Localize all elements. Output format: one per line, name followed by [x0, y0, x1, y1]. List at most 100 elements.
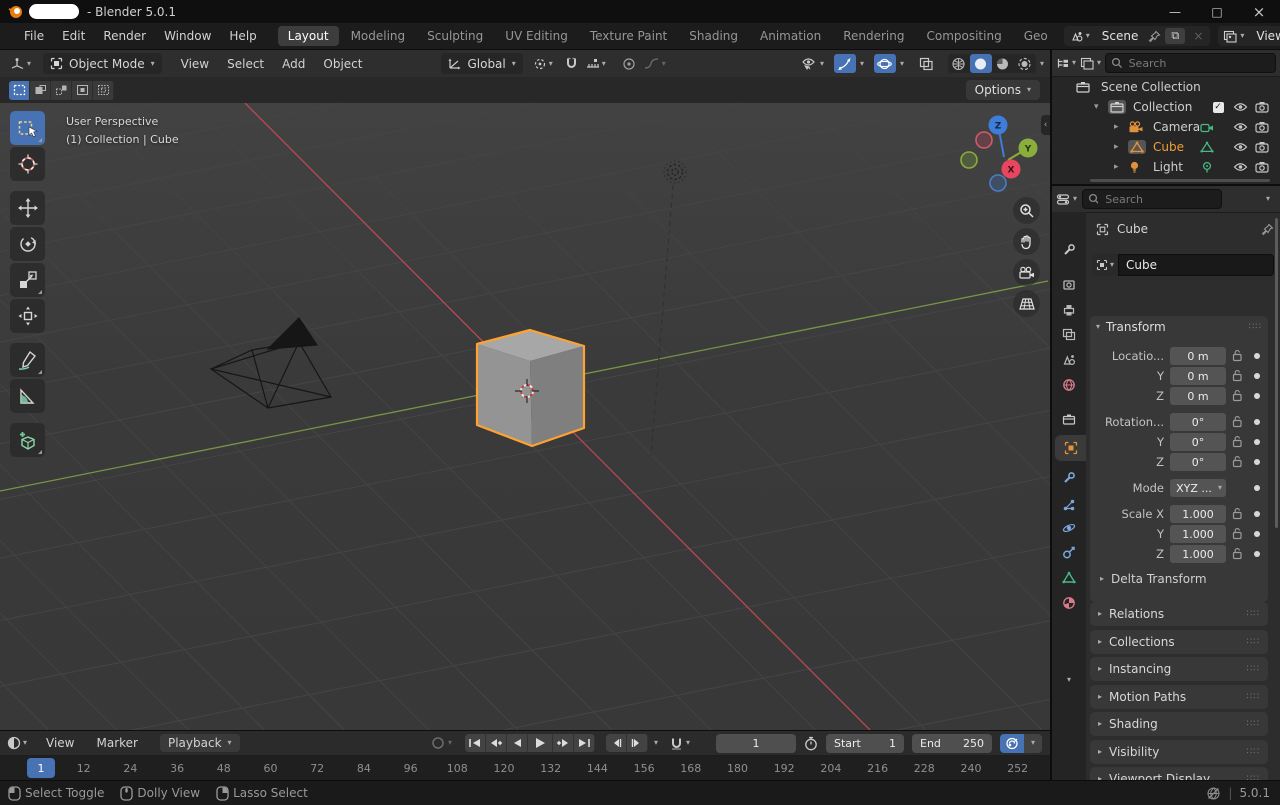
outliner-item-label[interactable]: Collection: [1133, 97, 1192, 117]
scene-browse-button[interactable]: ▾: [1067, 30, 1092, 43]
outliner-row-light[interactable]: ▸Light: [1052, 157, 1280, 177]
stopwatch-icon[interactable]: [804, 736, 818, 751]
next-frame-button[interactable]: [627, 734, 648, 752]
delta-transform-panel-header[interactable]: ▸Delta Transform: [1100, 572, 1207, 586]
transform-value-field[interactable]: XYZ ...▾: [1170, 479, 1226, 497]
outliner-row-camera[interactable]: ▸ Camera: [1052, 117, 1280, 137]
gizmo-neg-x[interactable]: [976, 132, 992, 148]
scene-name[interactable]: Scene: [1096, 29, 1145, 43]
light-object[interactable]: [664, 161, 686, 183]
object-id-browse-button[interactable]: ▾: [1092, 254, 1118, 276]
ruler-tick-132[interactable]: 132: [533, 756, 569, 781]
ruler-tick-84[interactable]: 84: [346, 756, 382, 781]
new-scene-button[interactable]: ⧉: [1165, 28, 1185, 44]
workspace-tab-geo[interactable]: Geo: [1014, 26, 1058, 46]
jump-to-end-button[interactable]: [574, 734, 595, 752]
animate-dot[interactable]: [1254, 485, 1260, 491]
panel-drag-handle[interactable]: ∷∷: [1247, 609, 1260, 619]
add-cube-tool-button[interactable]: [10, 423, 45, 457]
panel-relations[interactable]: ▸Relations∷∷: [1090, 602, 1268, 626]
select-mode-extend-button[interactable]: [30, 81, 51, 100]
animate-dot[interactable]: [1254, 531, 1260, 537]
properties-tab-view-layer[interactable]: [1052, 322, 1086, 348]
move-tool-button[interactable]: [10, 191, 45, 225]
camera-object[interactable]: [211, 318, 331, 408]
outliner-editor-type-button[interactable]: ▾: [1056, 57, 1076, 70]
animate-dot[interactable]: [1254, 419, 1260, 425]
close-button[interactable]: ×: [1238, 0, 1280, 23]
outliner-item-label[interactable]: Camera: [1153, 117, 1200, 137]
viewlayer-browse-button[interactable]: ▾: [1221, 30, 1246, 43]
disable-render-toggle[interactable]: [1252, 97, 1272, 117]
navigation-gizmo[interactable]: Z Y X: [950, 108, 1050, 203]
properties-tabs-overflow-chevron[interactable]: ▾: [1052, 667, 1086, 693]
timeline-menu-marker[interactable]: Marker: [86, 736, 149, 750]
animate-dot[interactable]: [1254, 511, 1260, 517]
cursor-tool-button[interactable]: [10, 147, 45, 181]
panel-drag-handle[interactable]: ∷∷: [1247, 719, 1260, 729]
hide-eye-toggle[interactable]: [1230, 137, 1250, 157]
ruler-tick-204[interactable]: 204: [813, 756, 849, 781]
prev-frame-button[interactable]: [606, 734, 627, 752]
ruler-tick-192[interactable]: 192: [766, 756, 802, 781]
properties-tab-render[interactable]: [1052, 272, 1086, 298]
expand-chevron[interactable]: ▸: [1114, 123, 1119, 132]
lock-icon[interactable]: [1232, 369, 1243, 382]
panel-viewport-display[interactable]: ▸Viewport Display∷∷: [1090, 767, 1268, 780]
transform-value-field[interactable]: 0°: [1170, 413, 1226, 431]
workspace-tab-uv-editing[interactable]: UV Editing: [495, 26, 578, 46]
cube-object[interactable]: [477, 330, 584, 446]
transform-value-field[interactable]: 0 m: [1170, 347, 1226, 365]
transform-tool-button[interactable]: [10, 299, 45, 333]
timeline-menu-view[interactable]: View: [35, 736, 85, 750]
properties-tab-modifiers[interactable]: [1052, 465, 1086, 491]
animate-dot[interactable]: [1254, 439, 1260, 445]
ruler-tick-144[interactable]: 144: [579, 756, 615, 781]
timeline-ruler[interactable]: 1 12243648607284961081201321441561681801…: [0, 756, 1050, 781]
properties-tab-constraints[interactable]: [1052, 540, 1086, 566]
shading-wireframe-button[interactable]: [948, 54, 970, 73]
panel-instancing[interactable]: ▸Instancing∷∷: [1090, 657, 1268, 681]
sidebar-collapse-arrow[interactable]: ‹: [1041, 115, 1050, 135]
outliner-item-label[interactable]: Light: [1153, 157, 1183, 177]
shading-rendered-button[interactable]: [1014, 54, 1036, 73]
animate-dot[interactable]: [1254, 459, 1260, 465]
properties-tab-material[interactable]: [1052, 590, 1086, 616]
play-button[interactable]: [528, 734, 553, 752]
gizmo-neg-z[interactable]: [990, 175, 1006, 191]
viewport-menu-select[interactable]: Select: [218, 57, 273, 71]
viewport-menu-add[interactable]: Add: [273, 57, 314, 71]
ruler-tick-12[interactable]: 12: [66, 756, 102, 781]
select-box-tool-button[interactable]: [10, 111, 45, 145]
properties-tab-physics[interactable]: [1052, 515, 1086, 541]
animate-dot[interactable]: [1254, 373, 1260, 379]
ruler-tick-252[interactable]: 252: [1000, 756, 1036, 781]
pan-view-button[interactable]: [1013, 228, 1040, 255]
animate-dot[interactable]: [1254, 551, 1260, 557]
annotate-tool-button[interactable]: [10, 343, 45, 377]
collection-checkbox[interactable]: ✓: [1210, 97, 1226, 117]
collection-icon[interactable]: [1108, 100, 1126, 114]
start-frame-field[interactable]: Start 1: [826, 734, 904, 753]
panel-motion-paths[interactable]: ▸Motion Paths∷∷: [1090, 685, 1268, 709]
workspace-tab-layout[interactable]: Layout: [278, 26, 339, 46]
keying-dropdown[interactable]: ▾: [1024, 734, 1042, 753]
transform-value-field[interactable]: 1.000: [1170, 505, 1226, 523]
lock-icon[interactable]: [1232, 415, 1243, 428]
transform-value-field[interactable]: 0 m: [1170, 387, 1226, 405]
lock-icon[interactable]: [1232, 527, 1243, 540]
properties-tab-data[interactable]: [1052, 565, 1086, 591]
transform-value-field[interactable]: 0 m: [1170, 367, 1226, 385]
hide-eye-toggle[interactable]: [1230, 117, 1250, 137]
minimize-button[interactable]: —: [1154, 0, 1196, 23]
measure-tool-button[interactable]: [10, 379, 45, 413]
light-icon[interactable]: [1128, 161, 1141, 174]
camera-view-button[interactable]: [1013, 259, 1040, 286]
ruler-tick-24[interactable]: 24: [112, 756, 148, 781]
ruler-tick-180[interactable]: 180: [720, 756, 756, 781]
pivot-dropdown[interactable]: ▾: [529, 57, 557, 71]
disable-render-toggle[interactable]: [1252, 117, 1272, 137]
properties-search-input[interactable]: [1103, 192, 1216, 207]
workspace-tab-animation[interactable]: Animation: [750, 26, 831, 46]
overlays-dropdown[interactable]: ▾: [896, 60, 908, 68]
